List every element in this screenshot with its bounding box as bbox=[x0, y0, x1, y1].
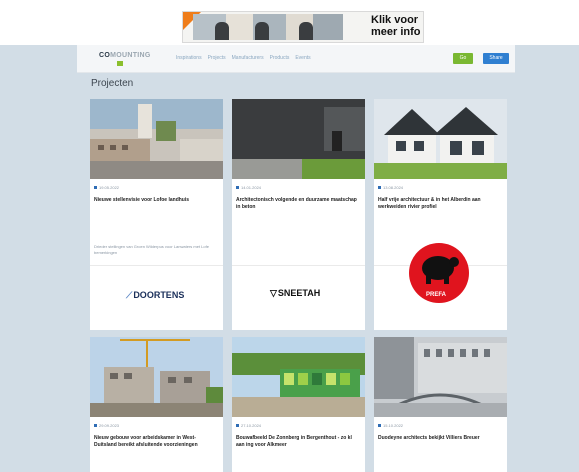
logo-text-main: CO bbox=[99, 52, 111, 59]
ad-line-2: meer info bbox=[371, 26, 421, 38]
post-meta: 27.10.2024 bbox=[236, 423, 261, 428]
logo-mark-icon bbox=[117, 61, 123, 66]
logo-text-accent: MOUNTING bbox=[110, 52, 151, 59]
category-icon bbox=[94, 424, 97, 427]
category-icon bbox=[236, 186, 239, 189]
nav-item-events[interactable]: Events bbox=[295, 55, 310, 61]
project-image[interactable] bbox=[374, 99, 507, 179]
project-photo-city bbox=[90, 99, 223, 179]
project-photo-construction bbox=[90, 337, 223, 417]
top-banner: Klik voor meer info bbox=[0, 0, 579, 45]
project-card[interactable]: 19.05.2022 Nieuwe stellenvisie voor Lofo… bbox=[90, 99, 223, 330]
brand-logo-area[interactable]: ▽SNEETAH bbox=[232, 266, 365, 330]
go-button[interactable]: Go bbox=[453, 53, 473, 64]
category-icon bbox=[378, 424, 381, 427]
project-card[interactable]: 27.10.2024 Bouwafbeeld De Zonnberg in Be… bbox=[232, 337, 365, 472]
brand-logo-area[interactable]: PREFA bbox=[374, 243, 507, 330]
category-icon bbox=[94, 186, 97, 189]
category-icon bbox=[378, 186, 381, 189]
project-title[interactable]: Half vrije architectuur & in het Alberdi… bbox=[378, 197, 502, 211]
project-card[interactable]: 29.09.2023 Nieuw gebouw voor arbeidskame… bbox=[90, 337, 223, 472]
post-meta: 13.08.2024 bbox=[378, 185, 403, 190]
project-card[interactable]: 13.08.2024 Half vrije architectuur & in … bbox=[374, 99, 507, 330]
ad-person-figure bbox=[215, 22, 229, 40]
project-title[interactable]: Nieuw gebouw voor arbeidskamer in West-D… bbox=[94, 435, 218, 449]
page-title: Projecten bbox=[91, 78, 134, 89]
main-nav: Inspirations Projects Manufacturers Prod… bbox=[176, 55, 311, 61]
project-photo-house bbox=[374, 99, 507, 179]
post-meta: 14.01.2024 bbox=[236, 185, 261, 190]
project-image[interactable] bbox=[90, 99, 223, 179]
ad-photo-strip bbox=[193, 14, 343, 40]
ad-line-1: Klik voor bbox=[371, 14, 419, 26]
ad-person-figure bbox=[255, 22, 269, 40]
project-photo-courtyard bbox=[374, 337, 507, 417]
project-photo-dark-building bbox=[232, 99, 365, 179]
brand-logo-area[interactable]: ⟋DOORTENS bbox=[90, 266, 223, 330]
project-title[interactable]: Architectonisch volgende en duurzame maa… bbox=[236, 197, 360, 211]
project-image[interactable] bbox=[232, 99, 365, 179]
project-image[interactable] bbox=[232, 337, 365, 417]
brand-name: PREFA bbox=[426, 292, 447, 298]
site-navbar: COMOUNTING Inspirations Projects Manufac… bbox=[77, 45, 515, 73]
sponsor-text: Drieder stellingen van Groen Wilderpus v… bbox=[94, 244, 209, 255]
project-image[interactable] bbox=[90, 337, 223, 417]
project-image[interactable] bbox=[374, 337, 507, 417]
project-photo-green-building bbox=[232, 337, 365, 417]
post-date: 15.10.2022 bbox=[383, 423, 404, 428]
post-meta: 19.05.2022 bbox=[94, 185, 119, 190]
project-card[interactable]: 14.01.2024 Architectonisch volgende en d… bbox=[232, 99, 365, 330]
nav-item-projects[interactable]: Projects bbox=[208, 55, 226, 61]
post-date: 29.09.2023 bbox=[99, 423, 120, 428]
post-date: 27.10.2024 bbox=[241, 423, 262, 428]
nav-item-inspirations[interactable]: Inspirations bbox=[176, 55, 202, 61]
brand-name: SNEETAH bbox=[277, 288, 321, 298]
ad-text: Klik voor meer info bbox=[371, 14, 421, 38]
nav-item-products[interactable]: Products bbox=[270, 55, 290, 61]
advertisement-banner[interactable]: Klik voor meer info bbox=[182, 11, 424, 43]
project-title[interactable]: Duodeyne architects bekijkt Villiers Bre… bbox=[378, 435, 502, 442]
share-button[interactable]: Share bbox=[483, 53, 509, 64]
brand-logo-sneetah: ▽SNEETAH bbox=[270, 288, 321, 298]
ad-person-figure bbox=[299, 22, 313, 40]
post-date: 13.08.2024 bbox=[383, 185, 404, 190]
post-meta: 29.09.2023 bbox=[94, 423, 119, 428]
nav-item-manufacturers[interactable]: Manufacturers bbox=[232, 55, 264, 61]
project-title[interactable]: Nieuwe stellenvisie voor Lofoe landhuis bbox=[94, 197, 218, 204]
brand-logo-doortens: ⟋DOORTENS bbox=[126, 290, 185, 300]
post-date: 19.05.2022 bbox=[99, 185, 120, 190]
project-card[interactable]: 15.10.2022 Duodeyne architects bekijkt V… bbox=[374, 337, 507, 472]
project-title[interactable]: Bouwafbeeld De Zonnberg in Bergenthout -… bbox=[236, 435, 360, 449]
post-meta: 15.10.2022 bbox=[378, 423, 403, 428]
category-icon bbox=[236, 424, 239, 427]
site-logo[interactable]: COMOUNTING bbox=[99, 52, 151, 59]
post-date: 14.01.2024 bbox=[241, 185, 262, 190]
brand-name: DOORTENS bbox=[133, 290, 185, 300]
